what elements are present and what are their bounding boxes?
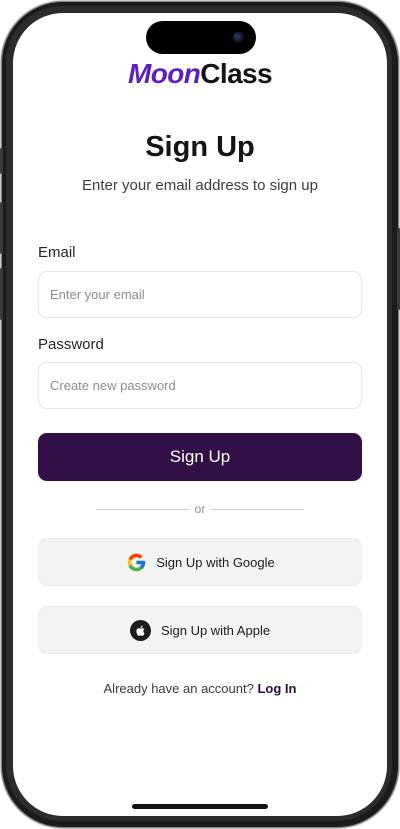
email-field[interactable]	[38, 271, 362, 318]
divider-line-right	[211, 509, 304, 510]
google-button-label: Sign Up with Google	[156, 554, 275, 570]
camera-icon	[233, 32, 244, 43]
google-icon	[125, 551, 147, 573]
volume-down-button	[0, 268, 3, 320]
apple-sign-up-button[interactable]: Sign Up with Apple	[38, 606, 362, 654]
apple-icon	[130, 619, 152, 641]
apple-button-label: Sign Up with Apple	[160, 622, 271, 638]
dynamic-island	[146, 21, 256, 54]
sign-up-button[interactable]: Sign Up	[38, 433, 362, 481]
divider-text: or	[194, 502, 206, 516]
google-sign-up-button[interactable]: Sign Up with Google	[38, 538, 362, 586]
login-prompt-text: Already have an account?	[103, 681, 254, 696]
page-title: Sign Up	[145, 131, 255, 163]
password-label: Password	[38, 336, 104, 353]
password-field[interactable]	[38, 362, 362, 409]
volume-up-button	[0, 202, 3, 254]
login-prompt: Already have an account? Log In	[0, 681, 400, 696]
log-in-link[interactable]: Log In	[257, 681, 296, 696]
page-subtitle: Enter your email address to sign up	[82, 177, 318, 194]
divider-line-left	[96, 509, 189, 510]
brand-logo: MoonClass	[0, 58, 400, 90]
home-indicator[interactable]	[132, 804, 268, 809]
brand-logo-moon: Moon	[128, 58, 201, 89]
brand-logo-class: Class	[200, 58, 272, 89]
email-label: Email	[38, 244, 76, 261]
